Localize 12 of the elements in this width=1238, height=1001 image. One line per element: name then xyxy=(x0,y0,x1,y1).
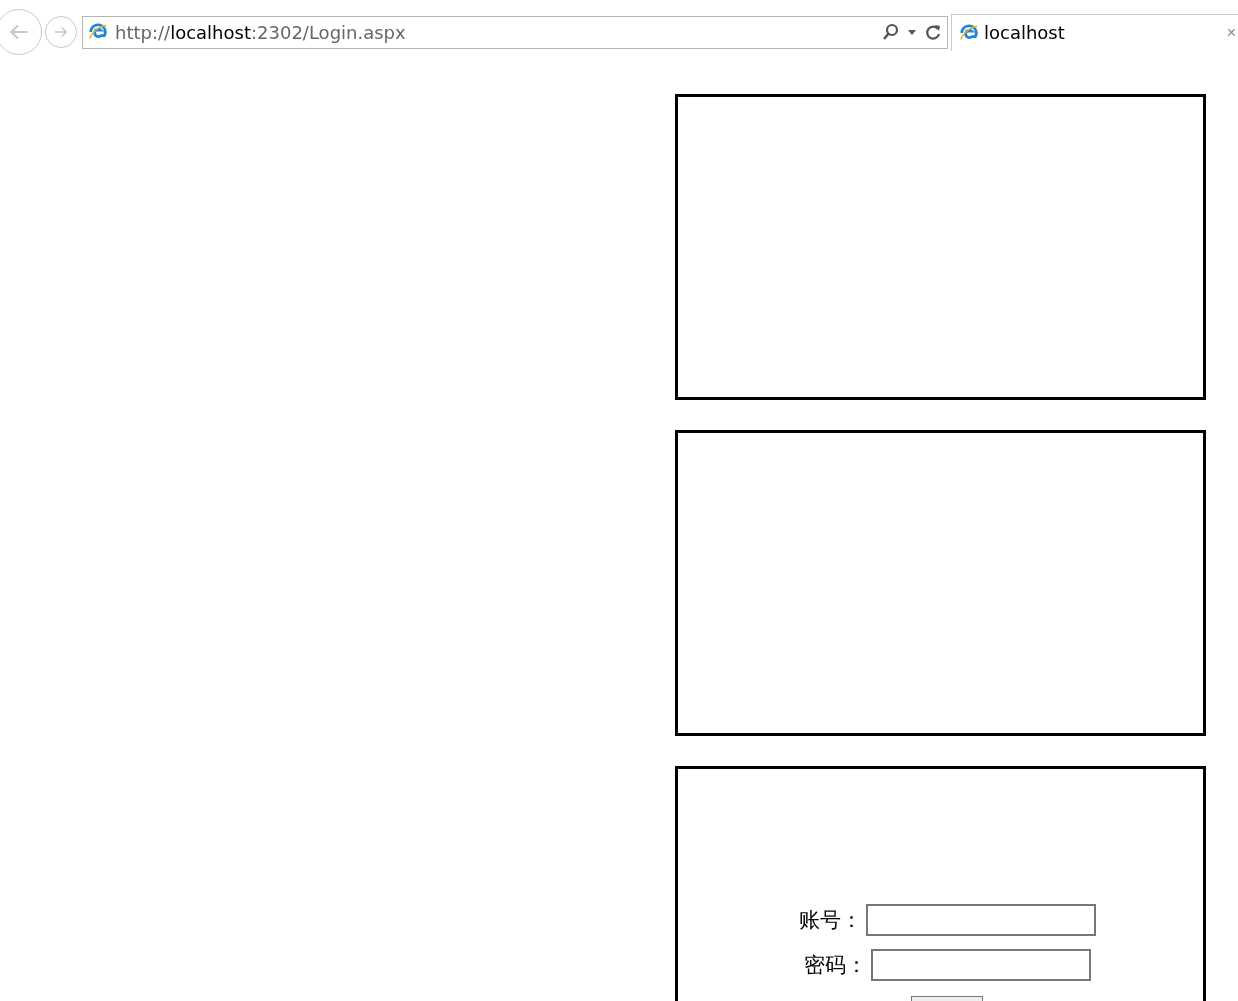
browser-tab[interactable]: localhost × xyxy=(951,13,1238,51)
field-label: 账号： xyxy=(799,907,862,934)
tab-close-button[interactable]: × xyxy=(1226,23,1238,42)
refresh-icon[interactable] xyxy=(923,22,943,42)
field-label: 密码： xyxy=(804,952,867,979)
url-text: http://localhost:2302/Login.aspx xyxy=(115,21,407,43)
search-icon[interactable] xyxy=(881,22,901,42)
dropdown-caret-icon[interactable] xyxy=(907,27,917,37)
address-bar[interactable]: http://localhost:2302/Login.aspx xyxy=(82,15,948,49)
tab-title: localhost xyxy=(984,22,1066,43)
password-field[interactable] xyxy=(871,949,1091,981)
account-field[interactable] xyxy=(866,904,1096,936)
